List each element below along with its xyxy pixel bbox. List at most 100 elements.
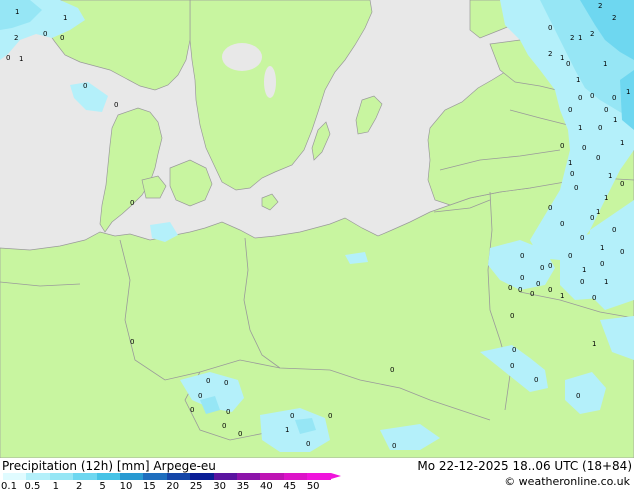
- legend-swatch: [166, 473, 191, 480]
- precipitation-map[interactable]: 1201001222010001210011001010001000110100…: [0, 0, 634, 458]
- precip-value: 0: [548, 24, 552, 32]
- legend-swatch: [3, 473, 27, 480]
- legend-label: 30: [213, 481, 226, 492]
- legend-label: 50: [306, 481, 320, 492]
- precip-value: 0: [226, 408, 230, 416]
- precip-value: 0: [620, 180, 624, 188]
- footer-bar: Precipitation (12h) [mm] Arpege-eu Mo 22…: [0, 458, 634, 492]
- precip-value: 0: [576, 392, 580, 400]
- precip-value: 0: [508, 284, 512, 292]
- legend-label: 20: [166, 481, 180, 492]
- precip-value: 0: [222, 422, 226, 430]
- precip-value: 1: [285, 426, 289, 434]
- precip-value: 0: [328, 412, 332, 420]
- precip-value: 0: [570, 170, 574, 178]
- precip-value: 2: [548, 50, 552, 58]
- precip-value: 1: [63, 14, 67, 22]
- legend-swatch: [213, 473, 237, 480]
- precip-value: 0: [130, 338, 134, 346]
- precip-value: 0: [600, 260, 604, 268]
- precip-value: 1: [608, 172, 612, 180]
- legend-label: 1: [52, 481, 59, 492]
- precip-value: 0: [612, 226, 616, 234]
- precip-value: 1: [592, 340, 596, 348]
- precip-value: 0: [592, 294, 596, 302]
- precip-value: 1: [604, 278, 608, 286]
- precip-value: 0: [548, 262, 552, 270]
- legend-swatch: [49, 473, 74, 480]
- legend-swatch: [143, 473, 167, 480]
- precip-value: 1: [576, 76, 580, 84]
- legend-label: 10: [119, 481, 133, 492]
- legend-label: 35: [236, 481, 250, 492]
- precip-value: 2: [14, 34, 18, 42]
- precip-value: 0: [60, 34, 64, 42]
- precip-value: 0: [574, 184, 578, 192]
- legend-swatch: [237, 473, 261, 480]
- precip-value: 1: [19, 55, 23, 63]
- precip-value: 0: [520, 274, 524, 282]
- precip-value: 0: [548, 204, 552, 212]
- legend-swatch: [260, 473, 284, 480]
- precip-value: 0: [590, 92, 594, 100]
- legend-swatch: [96, 473, 120, 480]
- legend-label: 15: [143, 481, 156, 492]
- precip-value: 0: [510, 362, 514, 370]
- map-title: Precipitation (12h) [mm] Arpege-eu: [2, 459, 216, 473]
- legend-swatch: [26, 473, 50, 480]
- precip-value: 2: [590, 30, 594, 38]
- precip-value: 1: [15, 8, 19, 16]
- precip-value: 0: [306, 440, 310, 448]
- map-canvas: 120 10 01222010001210011001010001000 110 1 00…: [0, 0, 634, 458]
- precip-value: 0: [568, 106, 572, 114]
- precip-value: 0: [392, 442, 396, 450]
- precip-value: 0: [580, 278, 584, 286]
- precip-value: 1: [568, 159, 572, 167]
- lake-vattern: [264, 66, 276, 98]
- color-scale-legend: 0.1 0.5 1 2 5 10 15 20 25 30 35 40 45 50: [0, 473, 341, 492]
- precip-value: 0: [568, 252, 572, 260]
- legend-label: 40: [260, 481, 273, 492]
- precip-value: 2: [612, 14, 616, 22]
- legend-swatch: [120, 473, 144, 480]
- precip-value: 0: [390, 366, 394, 374]
- precip-value: 0: [580, 234, 584, 242]
- legend-label: 25: [189, 481, 203, 492]
- precip-value: 0: [224, 379, 228, 387]
- precip-value: 0: [518, 286, 522, 294]
- precip-value: 0: [548, 286, 552, 294]
- precip-value: 0: [530, 290, 534, 298]
- precip-value: 1: [600, 244, 604, 252]
- precip-value: 0: [612, 94, 616, 102]
- precip-value: 2: [598, 2, 602, 10]
- precip-value: 0: [560, 142, 564, 150]
- precip-value: 2: [570, 34, 574, 42]
- precip-value: 1: [603, 60, 607, 68]
- legend-arrow: [330, 473, 341, 479]
- legend-label: 0.1: [1, 481, 17, 492]
- precip-value: 0: [512, 346, 516, 354]
- precip-value: 1: [596, 208, 600, 216]
- legend-label: 45: [283, 481, 297, 492]
- precip-value: 1: [620, 139, 624, 147]
- legend-swatch: [283, 473, 308, 480]
- legend-label: 2: [76, 481, 83, 492]
- precip-value: 0: [238, 430, 242, 438]
- precip-value: 0: [540, 264, 544, 272]
- precip-value: 1: [560, 292, 564, 300]
- precip-value: 0: [130, 199, 134, 207]
- legend-swatch: [190, 473, 214, 480]
- precip-value: 0: [620, 248, 624, 256]
- precip-value: 0: [510, 312, 514, 320]
- precip-value: 0: [604, 106, 608, 114]
- precip-value: 1: [560, 54, 564, 62]
- credit-text[interactable]: © weatheronline.co.uk: [504, 475, 630, 488]
- precip-value: 0: [83, 82, 87, 90]
- precip-value: 0: [582, 144, 586, 152]
- precip-value: 1: [578, 124, 582, 132]
- precip-value: 1: [613, 116, 617, 124]
- precip-value: 1: [626, 88, 630, 96]
- precip-value: 0: [590, 214, 594, 222]
- precip-value: 0: [560, 220, 564, 228]
- precip-value: 0: [198, 392, 202, 400]
